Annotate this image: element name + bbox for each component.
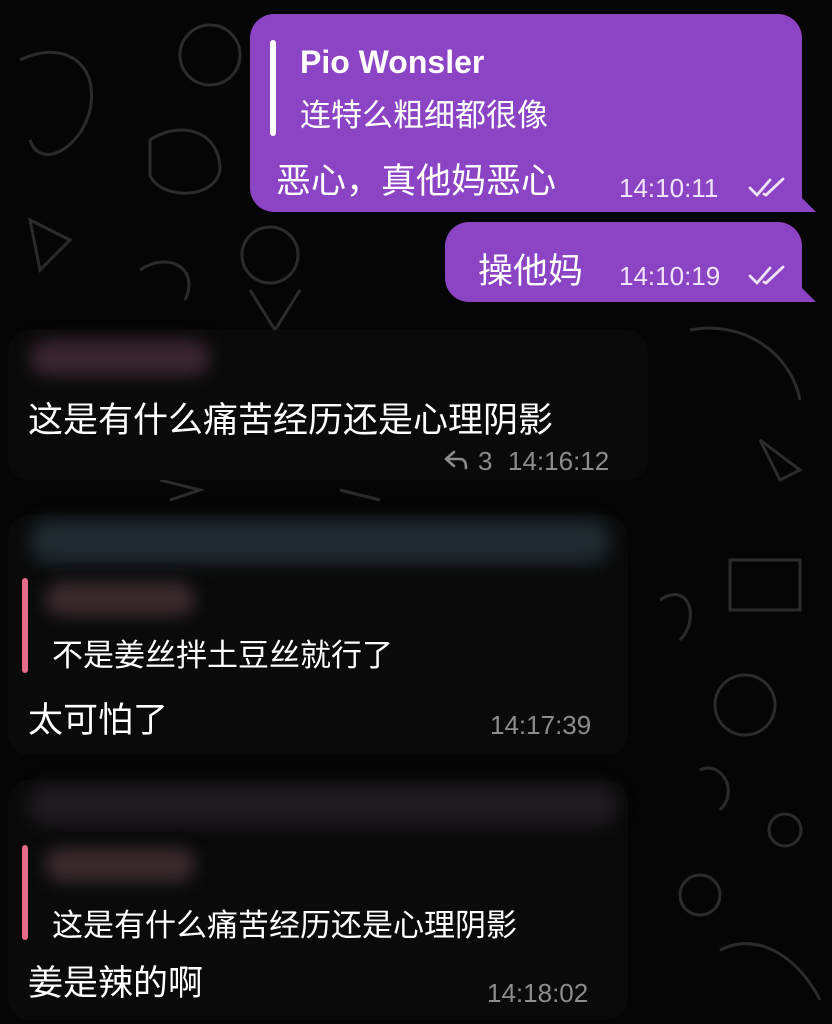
reply-quote-text[interactable]: 这是有什么痛苦经历还是心理阴影: [52, 900, 517, 945]
redacted-reply-sender: [45, 582, 195, 616]
redacted-sender-name: [28, 785, 618, 825]
reply-quote-bar: [22, 578, 28, 673]
message-timestamp: 14:18:02: [487, 978, 589, 1008]
message-timestamp: 14:10:19: [619, 261, 721, 291]
redacted-sender-name: [30, 520, 610, 564]
redacted-sender-name: [30, 340, 210, 376]
message-text: 恶心，真他妈恶心: [276, 162, 557, 202]
redacted-reply-sender: [45, 848, 195, 882]
message-text: 太可怕了: [28, 701, 169, 741]
reply-quote-bar: [270, 40, 276, 136]
message-timestamp: 14:16:12: [508, 446, 610, 476]
reply-arrow-icon[interactable]: [442, 448, 470, 472]
message-timestamp: 14:17:39: [490, 710, 592, 740]
reply-quote-bar: [22, 845, 28, 940]
reply-quote-text[interactable]: 不是姜丝拌土豆丝就行了: [52, 630, 393, 675]
message-text: 操他妈: [478, 252, 584, 292]
reply-count[interactable]: 3: [478, 446, 492, 477]
message-text: 这是有什么痛苦经历还是心理阴影: [28, 401, 554, 441]
message-timestamp: 14:10:11: [619, 173, 719, 203]
double-check-icon: [748, 265, 785, 286]
message-text: 姜是辣的啊: [28, 964, 204, 1004]
double-check-icon: [748, 177, 785, 198]
reply-sender-name[interactable]: Pio Wonsler: [300, 44, 484, 81]
reply-quote-text[interactable]: 连特么粗细都很像: [300, 90, 548, 135]
